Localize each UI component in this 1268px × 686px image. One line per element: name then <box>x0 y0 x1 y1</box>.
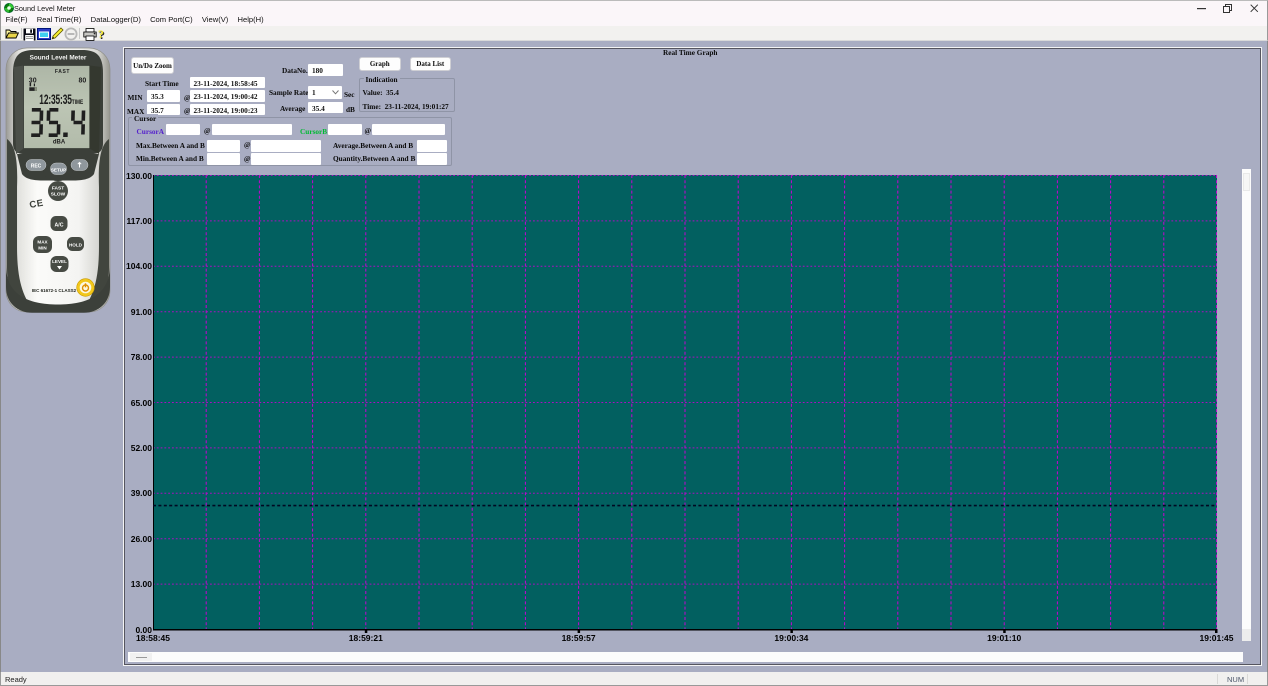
svg-text:REC: REC <box>31 164 42 170</box>
svg-text:FAST: FAST <box>52 186 64 192</box>
svg-text:SETUP: SETUP <box>51 167 66 172</box>
svg-text:MAX: MAX <box>37 240 48 245</box>
svg-text:TIME: TIME <box>72 100 84 107</box>
svg-text:FAST: FAST <box>55 69 70 75</box>
svg-text:A/C: A/C <box>55 223 64 229</box>
svg-text:dBA: dBA <box>53 140 66 146</box>
svg-text:LEVEL: LEVEL <box>52 259 67 264</box>
svg-text:IEC 61672-1 CLASS2: IEC 61672-1 CLASS2 <box>32 288 77 293</box>
svg-text:SLOW: SLOW <box>51 192 66 198</box>
svg-text:12:35:35: 12:35:35 <box>39 93 71 107</box>
svg-text:80: 80 <box>79 77 87 84</box>
svg-text:HOLD: HOLD <box>69 243 83 248</box>
svg-text:MIN: MIN <box>38 246 47 251</box>
svg-text:Sound Level Meter: Sound Level Meter <box>30 55 87 62</box>
